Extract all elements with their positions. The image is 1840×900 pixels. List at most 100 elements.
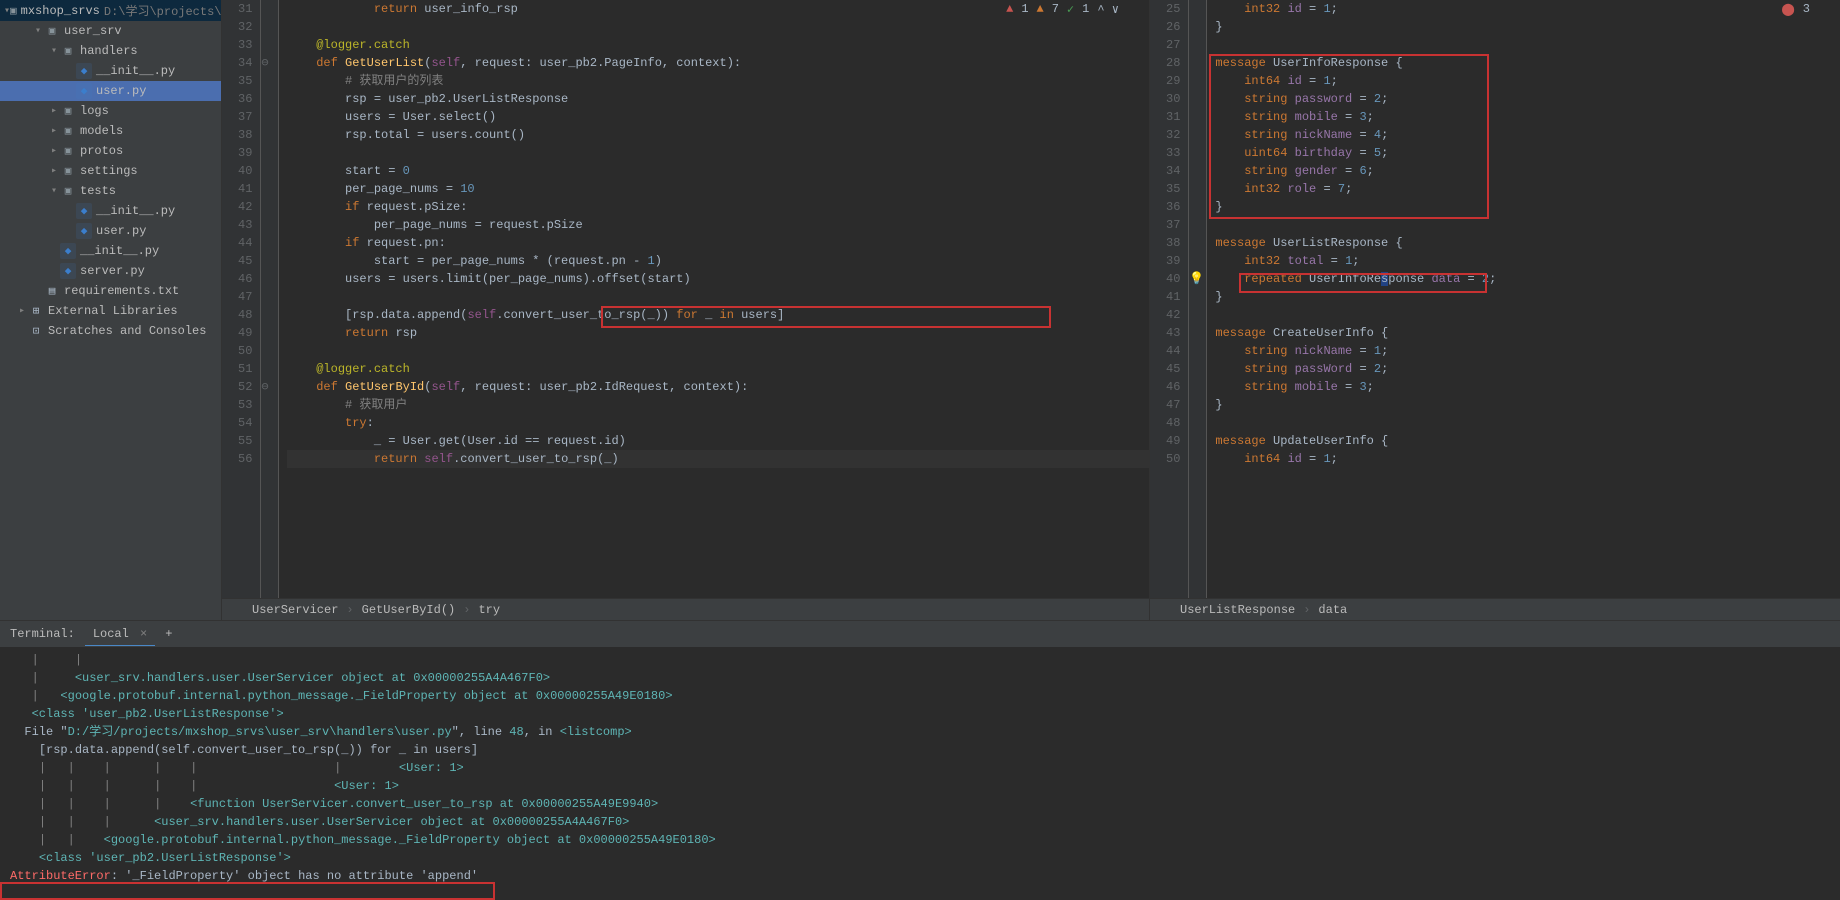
code-line[interactable]: string nickName = 4; xyxy=(1215,126,1840,144)
tree-item[interactable]: ▤requirements.txt xyxy=(0,281,221,301)
code-line[interactable]: per_page_nums = request.pSize xyxy=(287,216,1149,234)
code-line[interactable] xyxy=(1215,414,1840,432)
code-line[interactable] xyxy=(287,288,1149,306)
code-line[interactable] xyxy=(1215,216,1840,234)
crumb-item[interactable]: data xyxy=(1318,603,1347,617)
code-line[interactable]: message CreateUserInfo { xyxy=(1215,324,1840,342)
crumb-item[interactable]: UserListResponse xyxy=(1180,603,1295,617)
tree-item[interactable]: ▸▣protos xyxy=(0,141,221,161)
code-line[interactable]: } xyxy=(1215,396,1840,414)
code-line[interactable]: string mobile = 3; xyxy=(1215,378,1840,396)
tree-arrow-icon[interactable]: ▾ xyxy=(48,45,60,57)
code-line[interactable]: int64 id = 1; xyxy=(1215,72,1840,90)
crumb-item[interactable]: UserServicer xyxy=(252,603,338,617)
code-line[interactable]: [rsp.data.append(self.convert_user_to_rs… xyxy=(287,306,1149,324)
right-code[interactable]: int32 id = 1;} message UserInfoResponse {… xyxy=(1207,0,1840,598)
tree-item[interactable]: ◆user.py xyxy=(0,221,221,241)
tree-item[interactable]: ◆__init__.py xyxy=(0,61,221,81)
code-line[interactable]: if request.pn: xyxy=(287,234,1149,252)
code-line[interactable]: if request.pSize: xyxy=(287,198,1149,216)
code-line[interactable]: string password = 2; xyxy=(1215,90,1840,108)
terminal-panel[interactable]: Terminal: Local × + | | | <user_srv.hand… xyxy=(0,620,1840,900)
tree-item[interactable]: ◆__init__.py xyxy=(0,201,221,221)
code-line[interactable]: } xyxy=(1215,288,1840,306)
left-gutter[interactable]: 3132333435363738394041424344454647484950… xyxy=(222,0,261,598)
tree-item[interactable]: ▾▣handlers xyxy=(0,41,221,61)
add-terminal-button[interactable]: + xyxy=(165,627,172,641)
code-line[interactable] xyxy=(287,144,1149,162)
tree-item[interactable]: ▸⊞External Libraries xyxy=(0,301,221,321)
code-line[interactable]: message UserInfoResponse { xyxy=(1215,54,1840,72)
code-line[interactable]: users = users.limit(per_page_nums).offse… xyxy=(287,270,1149,288)
code-line[interactable]: string gender = 6; xyxy=(1215,162,1840,180)
right-breadcrumb[interactable]: UserListResponse › data xyxy=(1150,598,1840,620)
right-gutter-fold[interactable]: 💡 xyxy=(1189,0,1207,598)
tree-item[interactable]: ◆user.py xyxy=(0,81,221,101)
left-gutter-fold[interactable]: ⊖⊖ xyxy=(261,0,279,598)
tree-item[interactable]: ◆__init__.py xyxy=(0,241,221,261)
code-line[interactable]: } xyxy=(1215,198,1840,216)
code-line[interactable]: int32 role = 7; xyxy=(1215,180,1840,198)
code-line[interactable]: @logger.catch xyxy=(287,360,1149,378)
code-line[interactable]: int32 total = 1; xyxy=(1215,252,1840,270)
crumb-item[interactable]: GetUserById() xyxy=(362,603,456,617)
tree-arrow-icon[interactable]: ▾ xyxy=(32,25,44,37)
code-line[interactable]: return user_info_rsp xyxy=(287,0,1149,18)
code-line[interactable]: # 获取用户 xyxy=(287,396,1149,414)
code-line[interactable]: users = User.select() xyxy=(287,108,1149,126)
code-line[interactable]: int64 id = 1; xyxy=(1215,450,1840,468)
left-code[interactable]: return user_info_rsp @logger.catch def G… xyxy=(279,0,1149,598)
left-breadcrumb[interactable]: UserServicer › GetUserById() › try xyxy=(222,598,1149,620)
tree-item[interactable]: ▸▣settings xyxy=(0,161,221,181)
tree-arrow-icon[interactable]: ▸ xyxy=(48,145,60,157)
code-line[interactable]: string mobile = 3; xyxy=(1215,108,1840,126)
left-editor-pane[interactable]: ▲1 ▲7 ✓1 ^ ∨ 313233343536373839404142434… xyxy=(222,0,1150,620)
tree-arrow-icon[interactable]: ▸ xyxy=(48,105,60,117)
code-line[interactable]: _ = User.get(User.id == request.id) xyxy=(287,432,1149,450)
crumb-item[interactable]: try xyxy=(478,603,500,617)
code-line[interactable] xyxy=(1215,36,1840,54)
tree-item-label: models xyxy=(80,124,123,138)
terminal-output[interactable]: | | | <user_srv.handlers.user.UserServic… xyxy=(0,647,1840,900)
code-line[interactable]: def GetUserList(self, request: user_pb2.… xyxy=(287,54,1149,72)
tree-arrow-icon[interactable]: ▸ xyxy=(48,165,60,177)
code-line[interactable] xyxy=(287,342,1149,360)
code-line[interactable]: start = per_page_nums * (request.pn - 1) xyxy=(287,252,1149,270)
code-line[interactable]: int32 id = 1; xyxy=(1215,0,1840,18)
code-line[interactable]: def GetUserById(self, request: user_pb2.… xyxy=(287,378,1149,396)
project-tree[interactable]: ▾ ▣ mxshop_srvs D:\学习\projects\mxsho ▾▣u… xyxy=(0,0,222,620)
tree-arrow-icon[interactable]: ▾ xyxy=(48,185,60,197)
code-line[interactable]: repeated UserInfoResponse data = 2; xyxy=(1215,270,1840,288)
code-line[interactable]: rsp.total = users.count() xyxy=(287,126,1149,144)
tree-item[interactable]: ▾▣user_srv xyxy=(0,21,221,41)
code-line[interactable]: string nickName = 1; xyxy=(1215,342,1840,360)
code-line[interactable]: # 获取用户的列表 xyxy=(287,72,1149,90)
tree-item[interactable]: ⊡Scratches and Consoles xyxy=(0,321,221,341)
close-icon[interactable]: × xyxy=(140,627,147,641)
py-icon: ◆ xyxy=(60,263,76,279)
code-line[interactable]: @logger.catch xyxy=(287,36,1149,54)
terminal-tab-local[interactable]: Local × xyxy=(85,623,155,646)
code-line[interactable]: message UpdateUserInfo { xyxy=(1215,432,1840,450)
code-line[interactable]: } xyxy=(1215,18,1840,36)
tree-root[interactable]: ▾ ▣ mxshop_srvs D:\学习\projects\mxsho xyxy=(0,0,221,21)
code-line[interactable]: start = 0 xyxy=(287,162,1149,180)
tree-item[interactable]: ▾▣tests xyxy=(0,181,221,201)
code-line[interactable]: try: xyxy=(287,414,1149,432)
code-line[interactable] xyxy=(287,18,1149,36)
tree-item[interactable]: ▸▣models xyxy=(0,121,221,141)
code-line[interactable]: return rsp xyxy=(287,324,1149,342)
tree-arrow-icon[interactable]: ▸ xyxy=(16,305,28,317)
right-editor-pane[interactable]: ⬤3 2526272829303132333435363738394041424… xyxy=(1150,0,1840,620)
code-line[interactable]: message UserListResponse { xyxy=(1215,234,1840,252)
code-line[interactable]: per_page_nums = 10 xyxy=(287,180,1149,198)
tree-item[interactable]: ◆server.py xyxy=(0,261,221,281)
code-line[interactable]: return self.convert_user_to_rsp(_) xyxy=(287,450,1149,468)
tree-item[interactable]: ▸▣logs xyxy=(0,101,221,121)
code-line[interactable] xyxy=(1215,306,1840,324)
code-line[interactable]: string passWord = 2; xyxy=(1215,360,1840,378)
right-gutter[interactable]: 2526272829303132333435363738394041424344… xyxy=(1150,0,1189,598)
code-line[interactable]: uint64 birthday = 5; xyxy=(1215,144,1840,162)
tree-arrow-icon[interactable]: ▸ xyxy=(48,125,60,137)
code-line[interactable]: rsp = user_pb2.UserListResponse xyxy=(287,90,1149,108)
